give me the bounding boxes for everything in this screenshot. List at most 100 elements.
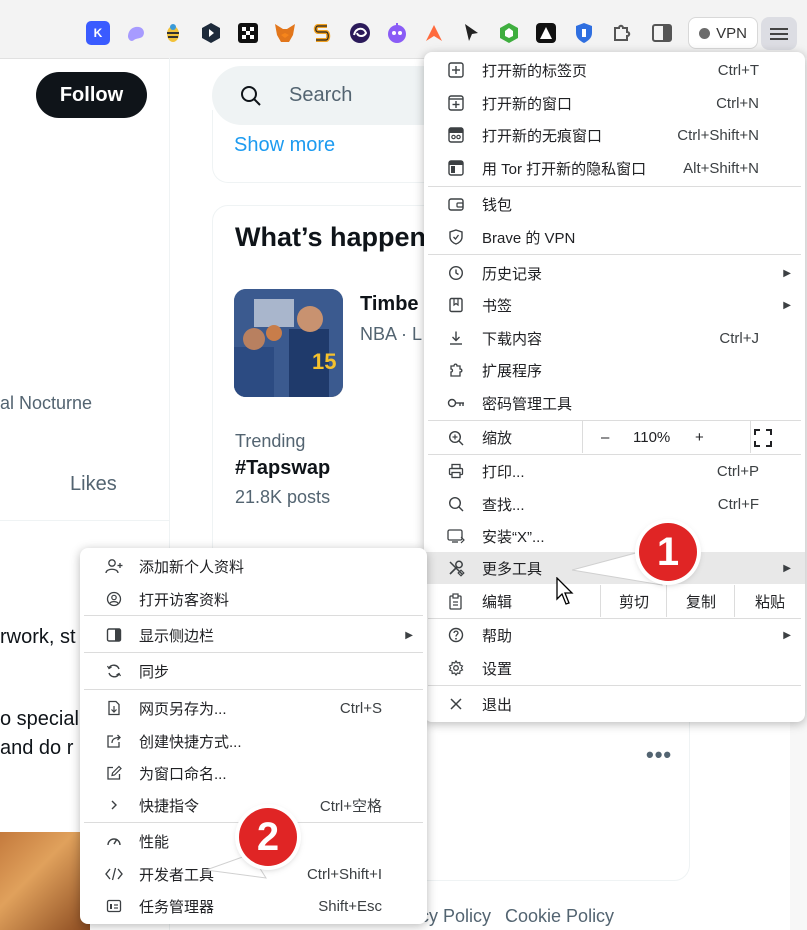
download-icon <box>446 328 466 348</box>
new-tab-icon <box>446 60 466 80</box>
menu-item-private-window[interactable]: 打开新的无痕窗口 Ctrl+Shift+N <box>424 119 805 151</box>
follow-button[interactable]: Follow <box>36 72 147 118</box>
menu-item-label: 用 Tor 打开新的隐私窗口 <box>482 160 647 178</box>
browser-main-menu: 打开新的标签页 Ctrl+T 打开新的窗口 Ctrl+N 打开新的无痕窗口 Ct… <box>424 52 805 722</box>
menu-item-label: 更多工具 <box>482 560 543 578</box>
cookie-policy-link[interactable]: Cookie Policy <box>505 906 614 926</box>
robot-extension-icon[interactable] <box>385 21 409 45</box>
menu-separator <box>84 652 423 653</box>
menu-item-label: 扩展程序 <box>482 362 543 380</box>
menu-item-label: 安装“X”... <box>482 528 545 546</box>
fox-extension-icon[interactable] <box>273 21 297 45</box>
find-icon <box>446 494 466 514</box>
ghost-extension-icon[interactable] <box>124 21 148 45</box>
menu-item-shortcut: Ctrl+T <box>717 61 759 79</box>
submenu-arrow-icon: ▶ <box>405 629 413 641</box>
menu-item-label: 设置 <box>482 660 513 678</box>
menu-item-downloads[interactable]: 下载内容 Ctrl+J <box>424 322 805 354</box>
wallet-icon <box>446 194 466 214</box>
exit-icon <box>446 694 466 714</box>
menu-item-wallet[interactable]: 钱包 <box>424 188 805 220</box>
show-more-link[interactable]: Show more <box>234 134 335 157</box>
menu-item-find[interactable]: 查找... Ctrl+F <box>424 488 805 520</box>
k-extension-label: K <box>93 26 103 40</box>
fullscreen-icon[interactable] <box>754 429 772 451</box>
help-icon <box>446 625 466 645</box>
zoom-out-button[interactable]: – <box>601 429 609 446</box>
tab-likes[interactable]: Likes <box>70 473 117 496</box>
bee-extension-icon[interactable] <box>161 21 185 45</box>
tor-window-icon <box>446 158 466 178</box>
shield-extension-icon[interactable] <box>572 21 596 45</box>
s-extension-icon[interactable] <box>310 21 334 45</box>
edit-icon <box>446 592 466 612</box>
post-image[interactable] <box>0 832 90 930</box>
submenu-item-label: 创建快捷方式... <box>139 733 242 751</box>
trend-hashtag[interactable]: #Tapswap <box>235 457 330 480</box>
menu-item-settings[interactable]: 设置 <box>424 652 805 684</box>
trend-post-count: 21.8K posts <box>235 487 331 507</box>
rename-window-icon <box>104 763 124 783</box>
menu-item-bookmarks[interactable]: 书签 ▶ <box>424 289 805 321</box>
chevron-right-icon <box>104 795 124 815</box>
puzzle-icon[interactable] <box>610 21 634 45</box>
menu-item-exit[interactable]: 退出 <box>424 688 805 720</box>
menu-item-help[interactable]: 帮助 ▶ <box>424 619 805 651</box>
new-window-icon <box>446 93 466 113</box>
arch-extension-icon[interactable] <box>534 21 558 45</box>
more-options-icon[interactable]: ••• <box>646 742 672 768</box>
paste-button[interactable]: 粘贴 <box>734 585 805 617</box>
swirl-extension-icon[interactable] <box>348 21 372 45</box>
zoom-in-button[interactable]: + <box>695 429 704 446</box>
menu-item-tor-window[interactable]: 用 Tor 打开新的隐私窗口 Alt+Shift+N <box>424 152 805 184</box>
submenu-item-create-shortcut[interactable]: 创建快捷方式... <box>80 725 427 757</box>
submenu-item-sync[interactable]: 同步 <box>80 655 427 687</box>
menu-item-new-tab[interactable]: 打开新的标签页 Ctrl+T <box>424 54 805 86</box>
menu-item-label: 书签 <box>482 297 513 315</box>
zoom-controls: – 110% + <box>582 421 751 453</box>
sidebar-icon[interactable] <box>650 21 674 45</box>
menu-item-label: 帮助 <box>482 627 513 645</box>
main-menu-button[interactable] <box>761 17 797 50</box>
menu-item-passwords[interactable]: 密码管理工具 <box>424 387 805 419</box>
menu-item-history[interactable]: 历史记录 ▶ <box>424 257 805 289</box>
task-manager-icon <box>104 896 124 916</box>
submenu-item-show-sidebar[interactable]: 显示侧边栏 ▶ <box>80 619 427 651</box>
hamburger-icon <box>770 27 788 40</box>
menu-item-new-window[interactable]: 打开新的窗口 Ctrl+N <box>424 87 805 119</box>
trend-title[interactable]: Timbe <box>360 293 419 316</box>
post-text-line: and do r <box>0 737 74 759</box>
menu-item-label: 钱包 <box>482 196 513 214</box>
submenu-item-label: 显示侧边栏 <box>139 627 215 645</box>
menu-item-label: 打印... <box>482 463 525 481</box>
menu-item-extensions[interactable]: 扩展程序 <box>424 354 805 386</box>
submenu-item-task-manager[interactable]: 任务管理器 Shift+Esc <box>80 890 427 922</box>
settings-icon <box>446 658 466 678</box>
menu-separator <box>428 685 801 686</box>
trend-category: NBA · L <box>360 324 423 344</box>
submenu-item-rename-window[interactable]: 为窗口命名... <box>80 757 427 789</box>
submenu-item-guest-profile[interactable]: 打开访客资料 <box>80 583 427 615</box>
submenu-arrow-icon: ▶ <box>783 299 791 311</box>
pointer-extension-icon[interactable] <box>459 21 483 45</box>
show-sidebar-icon <box>104 625 124 645</box>
submenu-item-save-page[interactable]: 网页另存为... Ctrl+S <box>80 692 427 724</box>
menu-separator <box>428 186 801 187</box>
submenu-item-add-profile[interactable]: 添加新个人资料 <box>80 550 427 582</box>
trend-thumbnail[interactable]: 15 <box>234 289 343 397</box>
submenu-item-shortcut: Ctrl+Shift+I <box>306 865 382 883</box>
cube-extension-icon[interactable] <box>497 21 521 45</box>
submenu-arrow-icon: ▶ <box>783 629 791 641</box>
privacy-policy-link[interactable]: cy Policy <box>420 906 491 926</box>
menu-separator <box>84 689 423 690</box>
k-extension-icon[interactable]: K <box>86 21 110 45</box>
mouse-cursor-icon <box>556 577 574 605</box>
menu-item-label: 查找... <box>482 496 525 514</box>
menu-item-print[interactable]: 打印... Ctrl+P <box>424 455 805 487</box>
hex-extension-icon[interactable] <box>199 21 223 45</box>
vpn-button[interactable]: VPN <box>688 17 758 49</box>
menu-item-shortcut: Ctrl+J <box>719 329 759 347</box>
menu-item-brave-vpn[interactable]: Brave 的 VPN <box>424 221 805 253</box>
spark-extension-icon[interactable] <box>422 21 446 45</box>
okx-extension-icon[interactable] <box>236 21 260 45</box>
